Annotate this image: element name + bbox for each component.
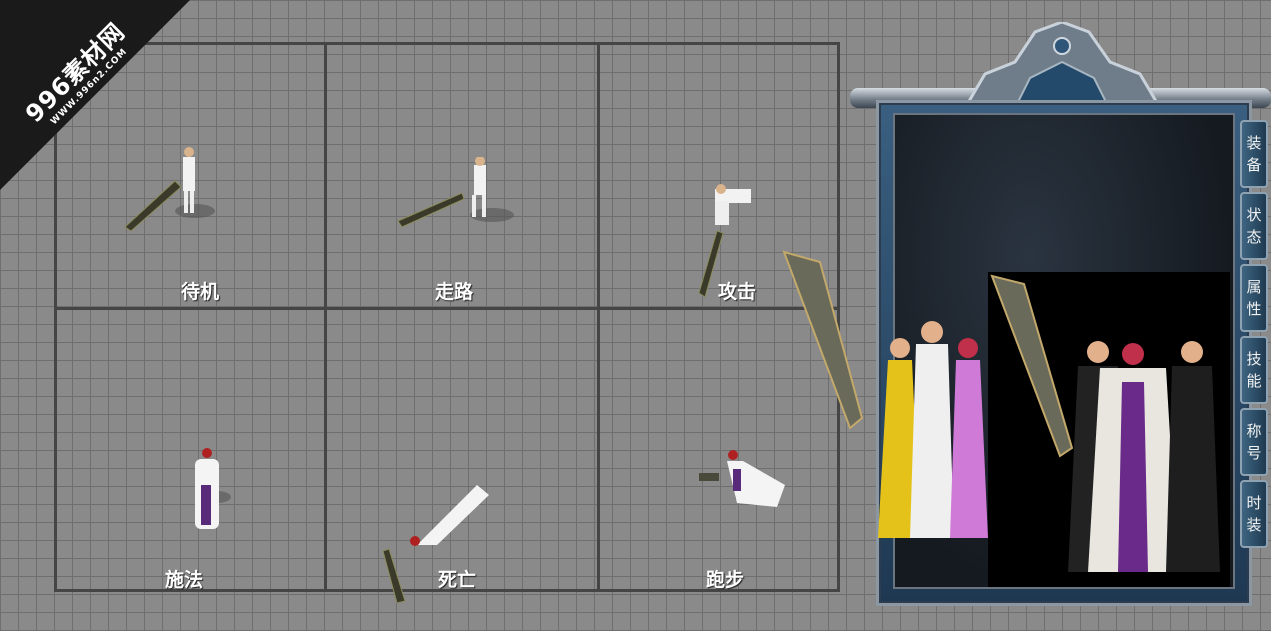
tab-attributes-char2: 性: [1246, 300, 1262, 318]
tab-equipment[interactable]: 装 备: [1240, 120, 1268, 188]
grid-divider: [57, 307, 837, 310]
cell-label-death: 死亡: [437, 569, 476, 591]
walk-sprite: [397, 157, 514, 228]
tab-equipment-char2: 备: [1246, 156, 1262, 174]
tab-title-char1: 称: [1246, 422, 1262, 440]
tab-attributes-char1: 属: [1246, 278, 1262, 296]
grid-divider: [597, 45, 600, 589]
tab-title[interactable]: 称 号: [1240, 408, 1268, 476]
tab-status-char1: 状: [1246, 206, 1262, 224]
grid-divider: [324, 45, 327, 589]
cell-label-cast: 施法: [164, 569, 203, 591]
tab-title-char2: 号: [1246, 444, 1262, 462]
fashion-group-left: [782, 250, 988, 538]
tab-fashion[interactable]: 时 装: [1240, 480, 1268, 548]
tab-fashion-char1: 时: [1246, 494, 1262, 512]
cast-sprite: [195, 448, 231, 529]
tab-equipment-char1: 装: [1246, 134, 1262, 152]
cell-label-run: 跑步: [705, 569, 744, 591]
tab-skills-char2: 能: [1246, 372, 1262, 390]
fashion-group-right: [990, 274, 1220, 572]
side-tab-bar: 装 备 状 态 属 性 技 能 称 号 时 装: [1240, 120, 1270, 552]
tab-fashion-char2: 装: [1246, 516, 1262, 534]
panel-crown-ornament: [963, 22, 1162, 108]
tab-skills[interactable]: 技 能: [1240, 336, 1268, 404]
tab-attributes[interactable]: 属 性: [1240, 264, 1268, 332]
tab-skills-char1: 技: [1246, 350, 1262, 368]
cell-label-attack: 攻击: [717, 281, 756, 303]
tab-status[interactable]: 状 态: [1240, 192, 1268, 260]
tab-status-char2: 态: [1246, 228, 1262, 246]
cell-label-walk: 走路: [434, 281, 473, 303]
cell-label-idle: 待机: [180, 281, 219, 303]
